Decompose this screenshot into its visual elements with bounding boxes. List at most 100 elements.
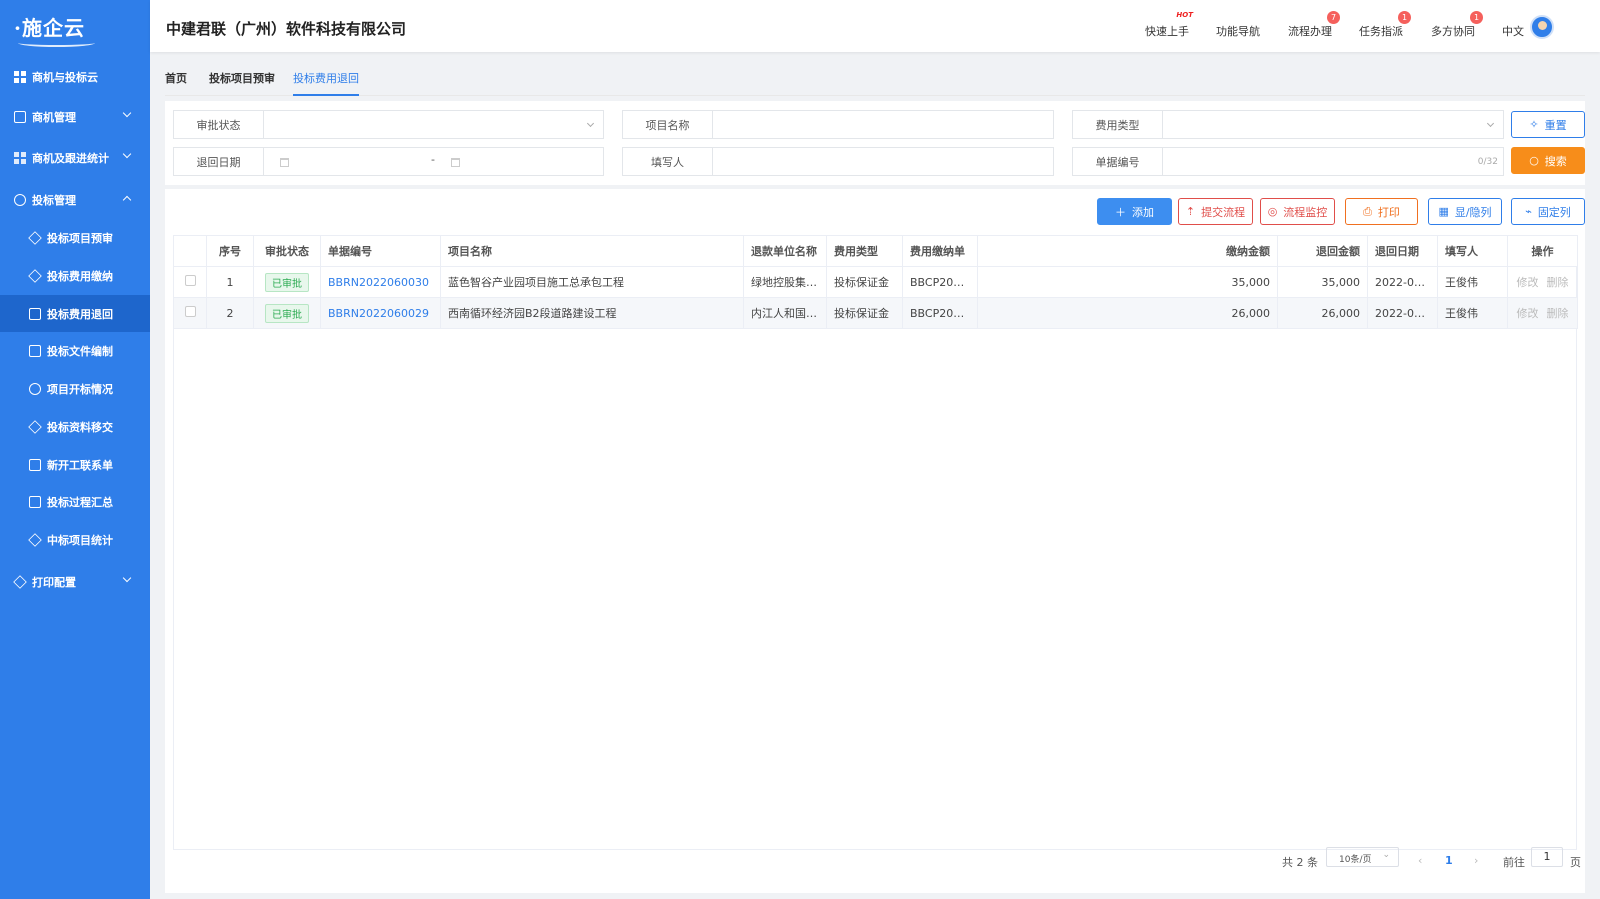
sidebar-item-bid-fee-payment[interactable]: 投标费用缴纳 xyxy=(0,257,150,294)
sidebar-item-label: 项目开标情况 xyxy=(47,382,113,396)
print-button[interactable]: ⎙ 打印 xyxy=(1345,198,1418,225)
sidebar-item-opportunity-cloud[interactable]: 商机与投标云 xyxy=(0,58,150,95)
actions-cell: 修改 删除 xyxy=(1507,266,1578,298)
project-cell: 蓝色智谷产业园项目施工总承包工程 xyxy=(440,266,744,298)
breadcrumb-tabs: 首页 投标项目预审 投标费用退回 xyxy=(165,62,1585,96)
submit-process-button[interactable]: ⇡ 提交流程 xyxy=(1178,198,1253,225)
building-icon xyxy=(29,458,41,471)
grid-icon xyxy=(14,70,26,83)
clipboard-icon xyxy=(14,110,26,123)
row-select-cell xyxy=(173,297,207,329)
logo-text: ·施企云 xyxy=(14,12,95,47)
return-date-range[interactable]: - xyxy=(264,148,603,175)
search-icon: ○ xyxy=(1529,154,1539,167)
chevron-down-icon xyxy=(122,108,132,118)
page-size-select[interactable]: 10条/页 ⌄ xyxy=(1326,847,1399,867)
sidebar-item-bid-opening[interactable]: 项目开标情况 xyxy=(0,370,150,407)
fee-return-table: 序号 审批状态 单据编号 项目名称 退款单位名称 费用类型 费用缴纳单 缴纳金额… xyxy=(173,235,1578,329)
button-label: 打印 xyxy=(1377,205,1400,219)
table-row[interactable]: 1 已审批 BBRN2022060030 蓝色智谷产业园项目施工总承包工程 绿地… xyxy=(173,266,1578,298)
table-row[interactable]: 2 已审批 BBRN2022060029 西南循环经济园B2段道路建设工程 内江… xyxy=(173,297,1578,329)
sidebar-item-bid-summary[interactable]: 投标过程汇总 xyxy=(0,483,150,520)
tab-home[interactable]: 首页 xyxy=(165,70,187,96)
doc-no-link[interactable]: BBRN2022060029 xyxy=(328,307,429,320)
filter-panel: 审批状态 项目名称 费用类型 ✧ 重置 退回日期 - 填写人 单据编号 0/32 … xyxy=(165,101,1585,185)
chevron-up-icon xyxy=(122,195,132,205)
doc-no-input[interactable]: 0/32 xyxy=(1163,148,1503,175)
button-label: 提交流程 xyxy=(1201,205,1246,219)
sidebar-item-win-stats[interactable]: 中标项目统计 xyxy=(0,521,150,558)
col-header: 单据编号 xyxy=(320,235,441,267)
sidebar-item-bid-fee-return[interactable]: 投标费用退回 xyxy=(0,295,150,332)
col-header: 费用类型 xyxy=(826,235,903,267)
select-all-header xyxy=(173,235,207,267)
tab-bid-prequal[interactable]: 投标项目预审 xyxy=(209,70,275,96)
avatar[interactable] xyxy=(1530,15,1554,39)
nav-task-assign[interactable]: 任务指派 1 xyxy=(1359,11,1411,39)
tab-bid-fee-return[interactable]: 投标费用退回 xyxy=(293,70,359,96)
delete-link[interactable]: 删除 xyxy=(1547,307,1569,320)
approval-status-select[interactable] xyxy=(264,111,603,138)
fix-columns-button[interactable]: ⌁ 固定列 xyxy=(1511,198,1585,225)
row-checkbox[interactable] xyxy=(184,275,196,286)
page-suffix: 页 xyxy=(1570,856,1581,869)
document-icon xyxy=(29,344,41,357)
row-checkbox[interactable] xyxy=(184,306,196,317)
calendar-icon xyxy=(280,158,289,167)
sidebar-item-bid-prequal[interactable]: 投标项目预审 xyxy=(0,219,150,256)
filler-cell: 王俊伟 xyxy=(1437,266,1508,298)
actions-cell: 修改 删除 xyxy=(1507,297,1578,329)
sidebar-item-new-start[interactable]: 新开工联系单 xyxy=(0,446,150,483)
sidebar-item-bid-docs[interactable]: 投标文件编制 xyxy=(0,332,150,369)
index-cell: 2 xyxy=(206,297,254,329)
col-header: 审批状态 xyxy=(253,235,321,267)
paid-amount-cell: 35,000 xyxy=(977,266,1278,298)
sidebar-item-label: 投标管理 xyxy=(32,193,76,207)
hot-badge: HOT xyxy=(1176,11,1193,19)
apps-icon xyxy=(14,151,26,164)
doc-no-filter: 单据编号 0/32 xyxy=(1072,147,1504,176)
returned-amount-cell: 35,000 xyxy=(1277,266,1368,298)
add-button[interactable]: ＋ 添加 xyxy=(1097,198,1172,225)
doc-no-link[interactable]: BBRN2022060030 xyxy=(328,276,429,289)
nav-function-guide[interactable]: 功能导航 xyxy=(1216,23,1260,39)
prev-page-button[interactable]: ‹ xyxy=(1418,854,1422,867)
project-name-input[interactable] xyxy=(713,111,1053,138)
layers-icon xyxy=(28,230,42,245)
reset-button[interactable]: ✧ 重置 xyxy=(1511,111,1585,138)
return-doc-icon xyxy=(29,307,41,320)
fee-type-cell: 投标保证金 xyxy=(826,266,903,298)
next-page-button[interactable]: › xyxy=(1474,854,1478,867)
current-page[interactable]: 1 xyxy=(1445,854,1453,867)
nav-label: 流程办理 xyxy=(1288,25,1332,38)
process-monitor-button[interactable]: ◎ 流程监控 xyxy=(1260,198,1335,225)
button-label: 重置 xyxy=(1544,118,1567,132)
col-header: 退回日期 xyxy=(1367,235,1438,267)
top-header: 中建君联（广州）软件科技有限公司 快速上手 HOT 功能导航 流程办理 7 任务指派… xyxy=(150,0,1600,52)
edit-link[interactable]: 修改 xyxy=(1517,307,1539,320)
nav-quick-start[interactable]: 快速上手 HOT xyxy=(1145,11,1193,39)
columns-icon: ▦ xyxy=(1438,205,1449,218)
col-header: 项目名称 xyxy=(440,235,744,267)
search-button[interactable]: ○ 搜索 xyxy=(1511,147,1585,174)
filler-input[interactable] xyxy=(713,148,1053,175)
sidebar-item-print-config[interactable]: 打印配置 xyxy=(0,563,150,600)
company-name: 中建君联（广州）软件科技有限公司 xyxy=(166,20,407,38)
brand-logo[interactable]: ·施企云 xyxy=(0,0,150,58)
nav-process[interactable]: 流程办理 7 xyxy=(1288,11,1340,39)
sidebar-item-bid-transfer[interactable]: 投标资料移交 xyxy=(0,408,150,445)
sidebar-item-opportunity-mgmt[interactable]: 商机管理 xyxy=(0,98,150,135)
returned-amount-cell: 26,000 xyxy=(1277,297,1368,329)
toggle-columns-button[interactable]: ▦ 显/隐列 xyxy=(1428,198,1502,225)
fee-type-select[interactable] xyxy=(1163,111,1503,138)
goto-page-input[interactable]: 1 xyxy=(1531,847,1563,867)
doc-no-cell: BBRN2022060029 xyxy=(320,297,441,329)
nav-label: 任务指派 xyxy=(1359,25,1403,38)
nav-collaboration[interactable]: 多方协同 1 xyxy=(1431,11,1483,39)
sidebar-item-bid-mgmt[interactable]: 投标管理 xyxy=(0,181,150,218)
delete-link[interactable]: 删除 xyxy=(1547,276,1569,289)
col-header: 缴纳金额 xyxy=(977,235,1278,267)
sidebar-item-opportunity-stats[interactable]: 商机及跟进统计 xyxy=(0,139,150,176)
edit-link[interactable]: 修改 xyxy=(1517,276,1539,289)
return-date-cell: 2022-06-02 xyxy=(1367,297,1438,329)
